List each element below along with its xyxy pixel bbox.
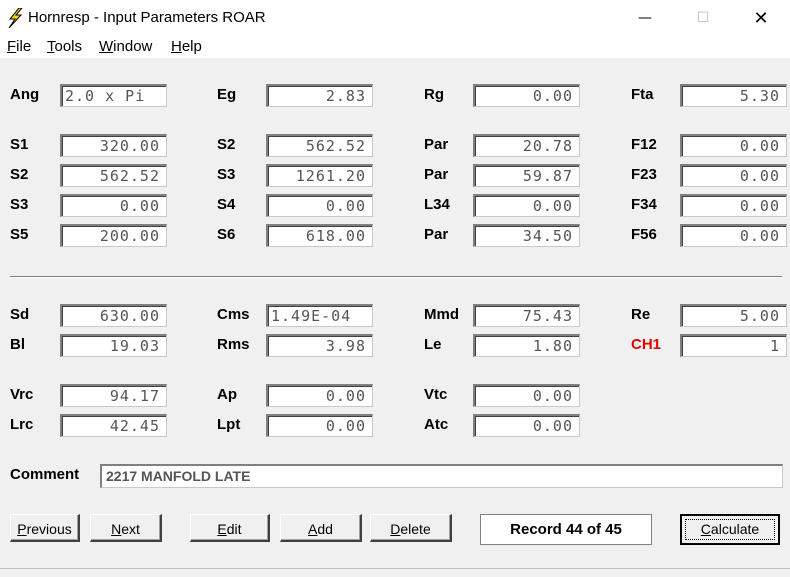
label-eg: Eg [217,86,237,103]
eg-field[interactable]: 2.83 [266,84,373,107]
label-ch1: CH1 [631,336,662,353]
menu-window[interactable]: Window [99,38,152,55]
f34-field[interactable]: 0.00 [680,194,787,217]
par1-field[interactable]: 20.78 [473,134,580,157]
window-title: Hornresp - Input Parameters ROAR [28,9,266,26]
atc-field[interactable]: 0.00 [473,414,580,437]
delete-button[interactable]: Delete [370,514,452,542]
label-s3: S3 [217,166,236,183]
label-f56: F56 [631,226,657,243]
rg-field[interactable]: 0.00 [473,84,580,107]
f23-field[interactable]: 0.00 [680,164,787,187]
label-par-1: Par [424,136,449,153]
label-rg: Rg [424,86,444,103]
fta-field[interactable]: 5.30 [680,84,787,107]
label-comment: Comment [10,466,80,483]
le-field[interactable]: 1.80 [473,334,580,357]
s3b-field[interactable]: 0.00 [60,194,167,217]
label-s4: S4 [217,196,236,213]
section-divider [10,276,782,278]
rms-field[interactable]: 3.98 [266,334,373,357]
label-f34: F34 [631,196,657,213]
s6-field[interactable]: 618.00 [266,224,373,247]
menu-help[interactable]: Help [171,38,202,55]
label-ap: Ap [217,386,237,403]
sd-field[interactable]: 630.00 [60,304,167,327]
s1-field[interactable]: 320.00 [60,134,167,157]
previous-button[interactable]: Previous [10,514,80,542]
label-l34: L34 [424,196,450,213]
label-s5: S5 [10,226,29,243]
s3-field[interactable]: 1261.20 [266,164,373,187]
menu-bar: File Tools Window Help [0,36,790,58]
label-s2b: S2 [10,166,29,183]
label-ang: Ang [10,86,40,103]
lpt-field[interactable]: 0.00 [266,414,373,437]
label-mmd: Mmd [424,306,459,323]
s4-field[interactable]: 0.00 [266,194,373,217]
s2-field[interactable]: 562.52 [266,134,373,157]
bl-field[interactable]: 19.03 [60,334,167,357]
minimize-icon: — [638,10,652,26]
ch1-field[interactable]: 1 [680,334,787,357]
label-sd: Sd [10,306,30,323]
menu-tools[interactable]: Tools [47,38,82,55]
next-button[interactable]: Next [90,514,162,542]
label-s1: S1 [10,136,29,153]
label-s2: S2 [217,136,236,153]
label-fta: Fta [631,86,654,103]
label-s3b: S3 [10,196,29,213]
comment-field[interactable]: 2217 MANFOLD LATE [100,464,783,488]
label-rms: Rms [217,336,250,353]
label-f23: F23 [631,166,657,183]
close-button[interactable]: ✕ [732,0,790,36]
label-s6: S6 [217,226,236,243]
close-icon: ✕ [753,7,769,29]
vtc-field[interactable]: 0.00 [473,384,580,407]
f12-field[interactable]: 0.00 [680,134,787,157]
par2-field[interactable]: 59.87 [473,164,580,187]
s2b-field[interactable]: 562.52 [60,164,167,187]
menu-file[interactable]: File [7,38,31,55]
label-le: Le [424,336,442,353]
maximize-icon: ☐ [696,10,710,26]
lightning-icon [8,8,23,28]
label-bl: Bl [10,336,25,353]
l34-field[interactable]: 0.00 [473,194,580,217]
label-par-2: Par [424,166,449,183]
label-lrc: Lrc [10,416,34,433]
label-f12: F12 [631,136,657,153]
label-par-3: Par [424,226,449,243]
add-button[interactable]: Add [280,514,362,542]
ang-field[interactable]: 2.0 x Pi [60,84,167,107]
record-indicator: Record 44 of 45 [480,514,652,545]
vrc-field[interactable]: 94.17 [60,384,167,407]
f56-field[interactable]: 0.00 [680,224,787,247]
minimize-button[interactable]: — [616,0,674,36]
label-cms: Cms [217,306,250,323]
par3-field[interactable]: 34.50 [473,224,580,247]
re-field[interactable]: 5.00 [680,304,787,327]
label-atc: Atc [424,416,449,433]
s5-field[interactable]: 200.00 [60,224,167,247]
title-bar: Hornresp - Input Parameters ROAR — ☐ ✕ [0,0,790,37]
ap-field[interactable]: 0.00 [266,384,373,407]
label-vrc: Vrc [10,386,34,403]
calculate-button[interactable]: Calculate [680,514,780,545]
label-re: Re [631,306,651,323]
edit-button[interactable]: Edit [190,514,270,542]
lrc-field[interactable]: 42.45 [60,414,167,437]
cms-field[interactable]: 1.49E-04 [266,304,373,327]
label-vtc: Vtc [424,386,448,403]
mmd-field[interactable]: 75.43 [473,304,580,327]
maximize-button[interactable]: ☐ [674,0,732,36]
label-lpt: Lpt [217,416,241,433]
